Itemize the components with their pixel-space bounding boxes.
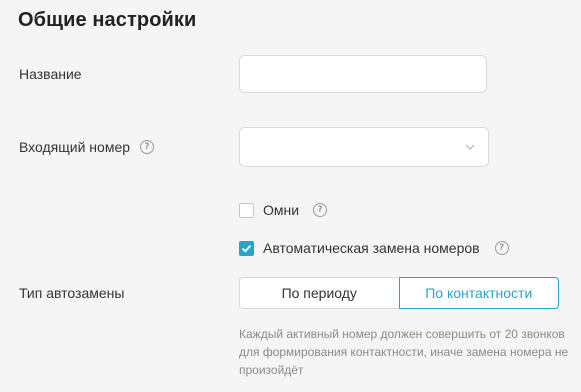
name-label-text: Название [19, 66, 82, 82]
replace-type-label-text: Тип автозамены [19, 285, 125, 301]
name-input[interactable] [239, 55, 487, 93]
name-label: Название [19, 66, 82, 82]
checkmark-icon [241, 244, 252, 253]
auto-replace-row: Автоматическая замена номеров ? [239, 240, 509, 256]
question-circle-icon[interactable]: ? [494, 241, 509, 255]
auto-replace-label: Автоматическая замена номеров [263, 240, 480, 256]
replace-type-hint: Каждый активный номер должен совершить о… [239, 327, 569, 377]
replace-type-label: Тип автозамены [19, 285, 124, 301]
incoming-number-select[interactable] [239, 127, 489, 167]
omni-label: Омни [263, 202, 300, 218]
option-by-period[interactable]: По периоду [239, 277, 399, 309]
omni-row: Омни ? [239, 202, 328, 218]
auto-replace-checkbox[interactable] [239, 240, 254, 256]
omni-checkbox[interactable] [239, 202, 254, 218]
section-title: Общие настройки [18, 9, 197, 31]
option-by-contactability[interactable]: По контактности [398, 277, 559, 309]
chevron-down-icon [465, 144, 475, 150]
question-circle-icon[interactable]: ? [140, 140, 155, 154]
incoming-number-label: Входящий номер ? [19, 139, 155, 155]
replace-type-segmented-control: По периоду По контактности [239, 277, 559, 309]
incoming-number-label-text: Входящий номер [19, 139, 131, 155]
question-circle-icon[interactable]: ? [313, 203, 328, 217]
